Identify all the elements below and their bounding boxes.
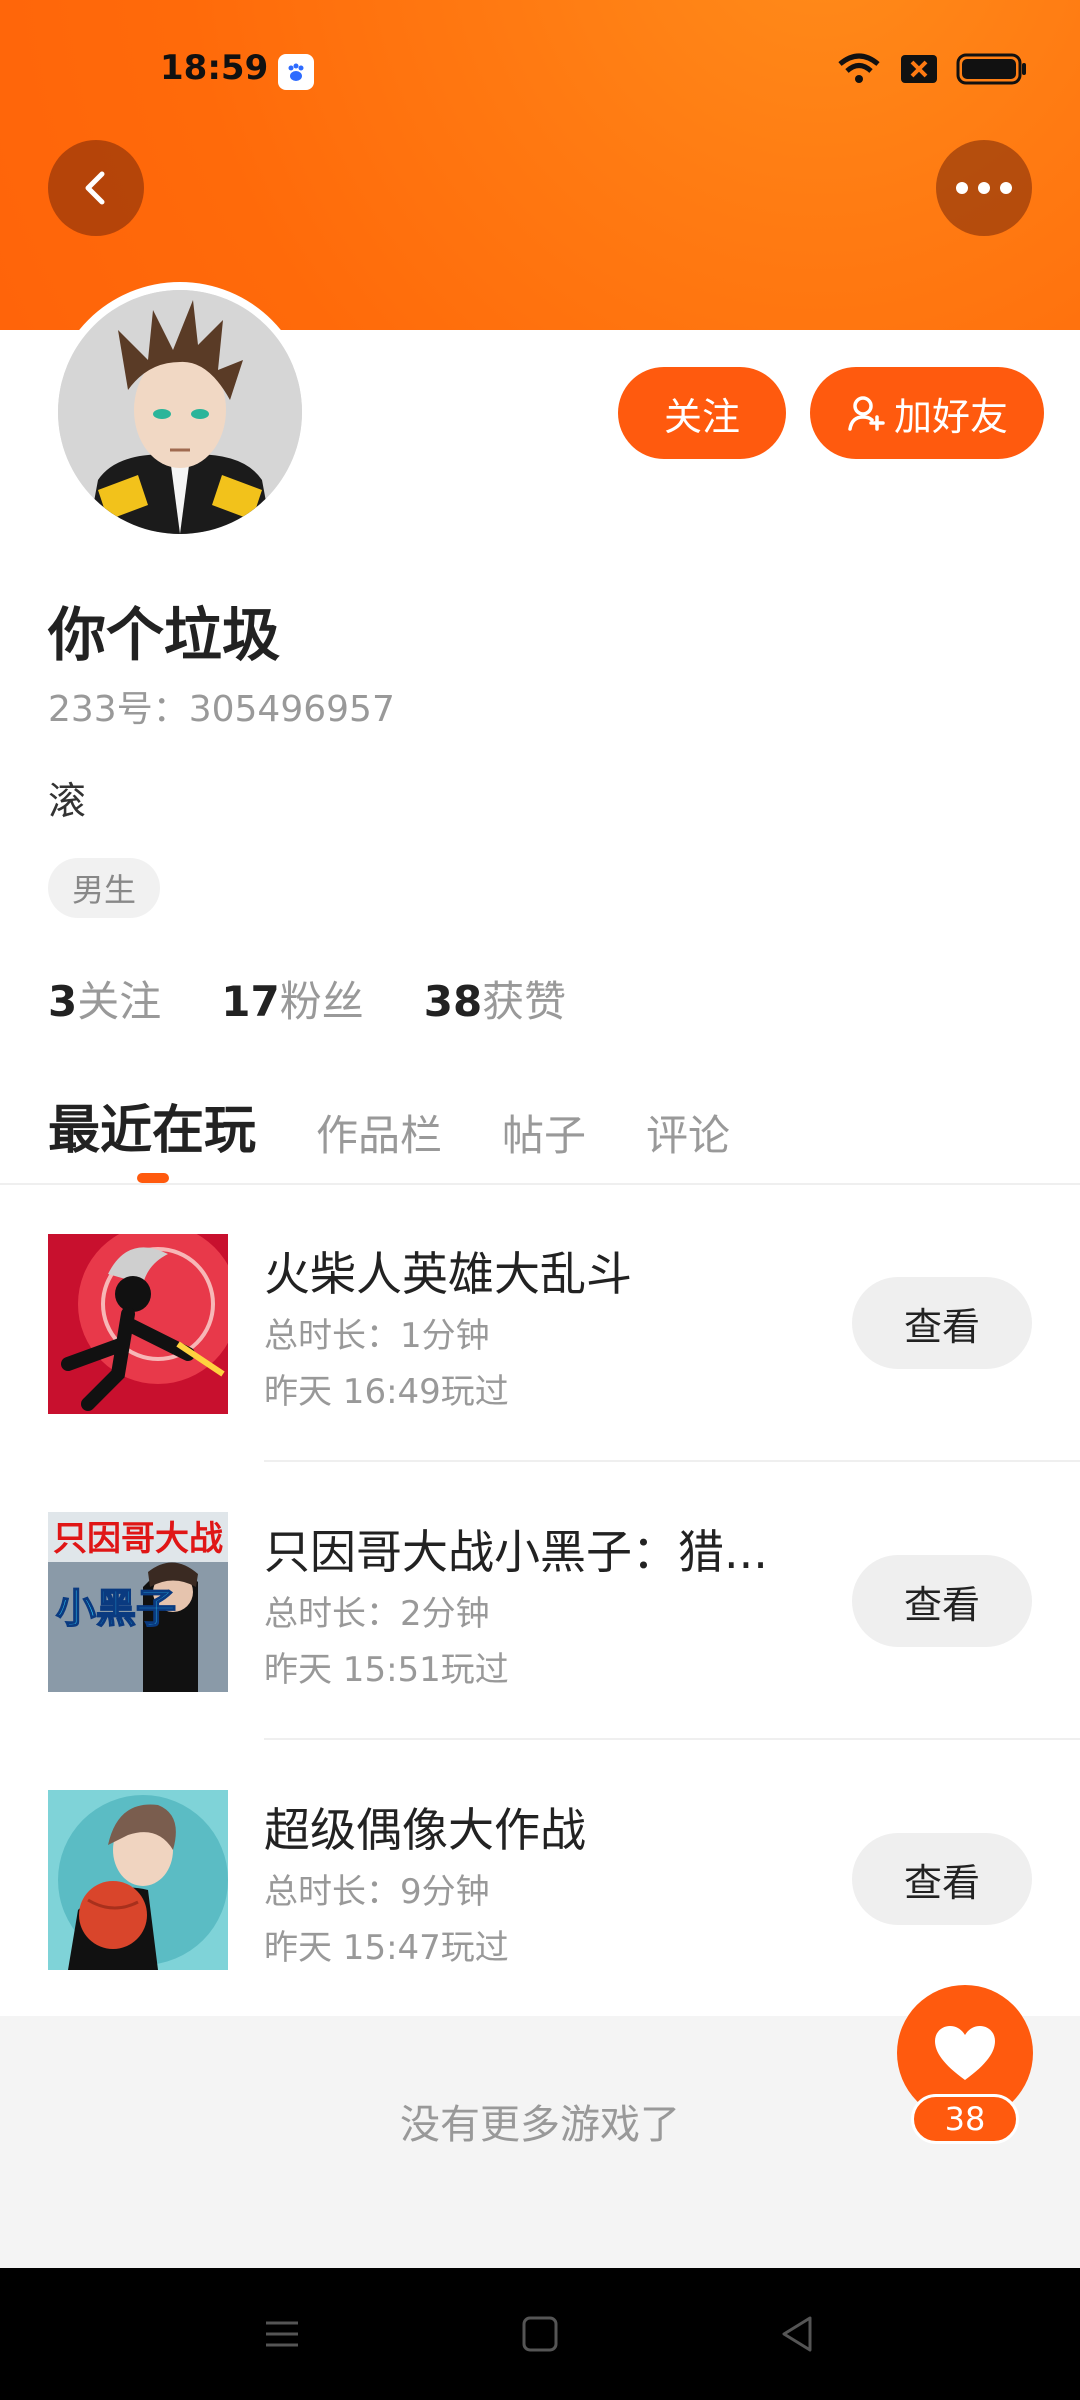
chevron-left-icon xyxy=(85,171,105,205)
more-dots-icon xyxy=(956,182,1012,194)
stat-fans[interactable]: 17粉丝 xyxy=(221,968,363,1029)
tab-comments[interactable]: 评论 xyxy=(646,1102,730,1163)
back-nav-button[interactable] xyxy=(772,2308,824,2360)
status-icons xyxy=(836,52,1028,86)
game-last-played: 昨天 15:47玩过 xyxy=(264,1928,509,1968)
baidu-app-icon xyxy=(278,54,314,90)
game-list-item[interactable]: 火柴人英雄大乱斗 总时长：1分钟 昨天 16:49玩过 查看 xyxy=(0,1184,1080,1462)
wifi-icon xyxy=(838,53,880,83)
view-game-button[interactable]: 查看 xyxy=(852,1277,1032,1369)
game-title: 只因哥大战小黑子：猎... xyxy=(264,1525,768,1579)
user-avatar[interactable] xyxy=(52,284,308,540)
game-title: 超级偶像大作战 xyxy=(264,1803,586,1857)
game-duration: 总时长：9分钟 xyxy=(264,1872,490,1912)
system-navigation-bar xyxy=(0,2268,1080,2400)
gender-tag: 男生 xyxy=(48,858,161,918)
back-triangle-icon xyxy=(782,2316,812,2352)
thumbnail-caption: 只因哥大战 xyxy=(53,1519,223,1559)
game-last-played: 昨天 16:49玩过 xyxy=(264,1372,509,1412)
game-list-item[interactable]: 只因哥大战 小黑子 只因哥大战小黑子：猎... 总时长：2分钟 昨天 15:51… xyxy=(0,1462,1080,1740)
stat-following[interactable]: 3关注 xyxy=(48,968,161,1029)
add-friend-label: 加好友 xyxy=(893,394,1008,439)
user-bio: 滚 xyxy=(48,779,87,823)
home-square-icon xyxy=(522,2316,558,2352)
stat-label: 关注 xyxy=(77,977,162,1026)
status-time: 18:59 xyxy=(160,48,269,88)
stat-count: 3 xyxy=(48,977,78,1026)
game-duration: 总时长：1分钟 xyxy=(264,1316,490,1356)
stat-label: 粉丝 xyxy=(279,977,364,1026)
game-thumbnail xyxy=(48,1234,228,1414)
home-nav-button[interactable] xyxy=(514,2308,566,2360)
profile-header-banner: 18:59 xyxy=(0,0,1080,330)
active-tab-indicator xyxy=(137,1173,169,1183)
profile-tabs: 最近在玩 作品栏 帖子 评论 xyxy=(48,1088,730,1163)
menu-nav-button[interactable] xyxy=(256,2308,308,2360)
thumbnail-caption: 小黑子 xyxy=(56,1586,176,1632)
heart-icon xyxy=(935,2026,995,2080)
stat-count: 17 xyxy=(221,977,280,1026)
tab-recent-played[interactable]: 最近在玩 xyxy=(48,1088,256,1163)
game-title: 火柴人英雄大乱斗 xyxy=(264,1247,632,1301)
game-last-played: 昨天 15:51玩过 xyxy=(264,1650,509,1690)
game-thumbnail: 只因哥大战 小黑子 xyxy=(48,1512,228,1692)
battery-icon xyxy=(956,53,1026,85)
game-duration: 总时长：2分钟 xyxy=(264,1594,490,1634)
stat-label: 获赞 xyxy=(482,977,567,1026)
username: 你个垃圾 xyxy=(48,601,281,669)
follow-button[interactable]: 关注 xyxy=(618,367,786,459)
view-game-button[interactable]: 查看 xyxy=(852,1833,1032,1925)
game-thumbnail xyxy=(48,1790,228,1970)
user-id: 233号：305496957 xyxy=(48,689,395,730)
like-count-badge: 38 xyxy=(911,2094,1019,2144)
stat-likes[interactable]: 38获赞 xyxy=(424,968,566,1029)
view-game-button[interactable]: 查看 xyxy=(852,1555,1032,1647)
stat-count: 38 xyxy=(423,977,483,1026)
tab-posts[interactable]: 帖子 xyxy=(502,1102,586,1163)
add-user-icon xyxy=(848,396,885,431)
profile-stats: 3关注 17粉丝 38获赞 xyxy=(48,968,566,1029)
game-list-item[interactable]: 超级偶像大作战 总时长：9分钟 昨天 15:47玩过 查看 xyxy=(0,1740,1080,2018)
tab-works[interactable]: 作品栏 xyxy=(316,1102,442,1163)
add-friend-button[interactable]: 加好友 xyxy=(810,367,1044,459)
no-sim-icon xyxy=(901,55,937,83)
back-button[interactable] xyxy=(48,140,144,236)
menu-icon xyxy=(266,2321,298,2347)
more-options-button[interactable] xyxy=(936,140,1032,236)
